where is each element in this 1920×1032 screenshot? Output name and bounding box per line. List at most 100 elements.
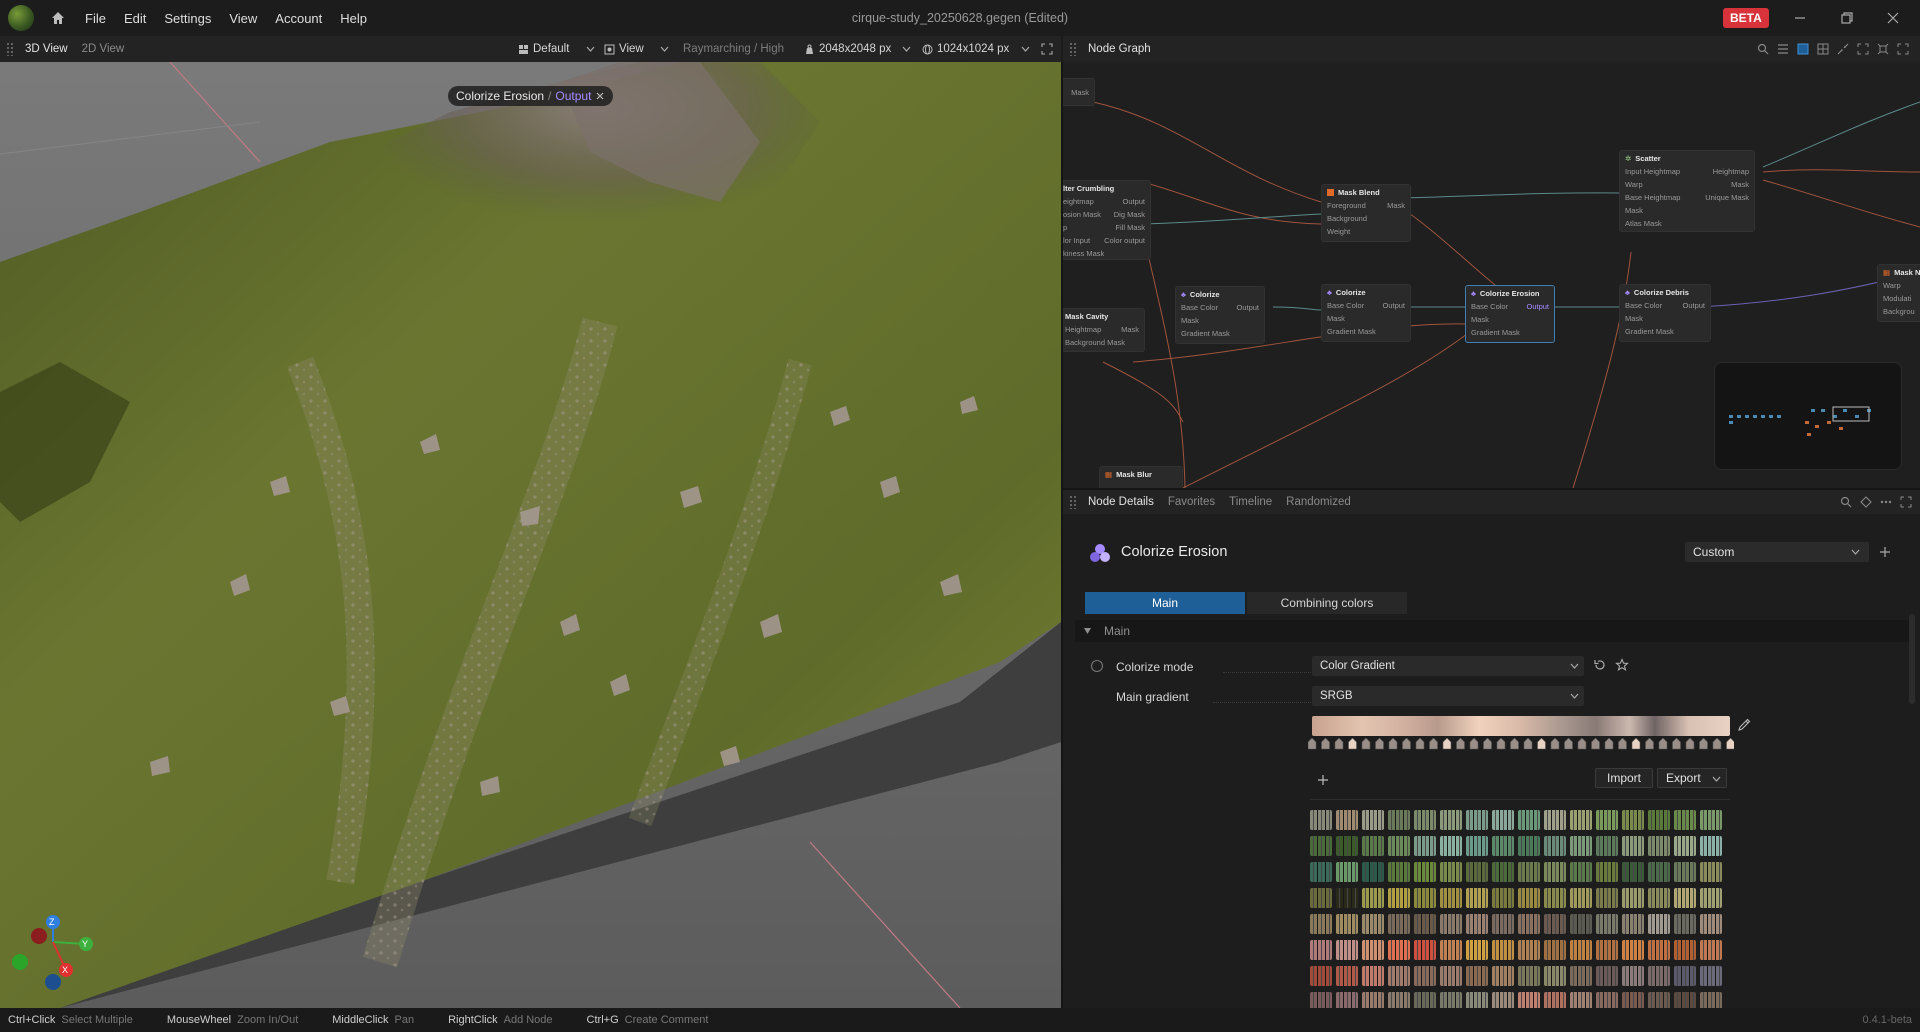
gradient-preset-swatch[interactable] (1388, 862, 1410, 882)
gradient-stop[interactable] (1348, 738, 1357, 750)
gradient-stop[interactable] (1334, 738, 1344, 750)
chevron-down-icon[interactable] (586, 45, 595, 53)
gradient-preset-swatch[interactable] (1336, 810, 1358, 830)
gradient-stop[interactable] (1442, 738, 1452, 750)
gradient-stop[interactable] (1712, 738, 1722, 750)
gradient-preset-swatch[interactable] (1570, 914, 1592, 934)
gradient-stop[interactable] (1577, 738, 1587, 750)
gradient-stop[interactable] (1604, 738, 1614, 750)
gradient-preset-swatch[interactable] (1518, 992, 1540, 1008)
gradient-preset-swatch[interactable] (1674, 836, 1696, 856)
colorize-mode-select[interactable]: Color Gradient (1312, 656, 1584, 676)
menu-settings[interactable]: Settings (155, 11, 220, 26)
menu-file[interactable]: File (76, 11, 115, 26)
gradient-preset-swatch[interactable] (1544, 966, 1566, 986)
gradient-preset-swatch[interactable] (1310, 966, 1332, 986)
gradient-preset-swatch[interactable] (1622, 914, 1644, 934)
subtab-combining-colors[interactable]: Combining colors (1247, 592, 1407, 614)
gradient-preset-swatch[interactable] (1622, 992, 1644, 1008)
gradient-preset-swatch[interactable] (1336, 836, 1358, 856)
gradient-stop[interactable] (1523, 738, 1533, 750)
gradient-preset-swatch[interactable] (1700, 940, 1722, 960)
tab-3d-view[interactable]: 3D View (18, 43, 75, 55)
fit-view-icon[interactable] (1857, 43, 1869, 55)
gradient-preset-swatch[interactable] (1362, 862, 1384, 882)
gradient-stop[interactable] (1429, 738, 1438, 750)
gradient-preset-swatch[interactable] (1700, 862, 1722, 882)
gradient-preset-swatch[interactable] (1648, 914, 1670, 934)
gradient-preset-swatch[interactable] (1622, 810, 1644, 830)
gradient-preset-swatch[interactable] (1440, 810, 1462, 830)
gradient-preset-swatch[interactable] (1596, 914, 1618, 934)
gradient-preset-swatch[interactable] (1648, 992, 1670, 1008)
gradient-preset-swatch[interactable] (1336, 888, 1358, 908)
gradient-preset-swatch[interactable] (1388, 992, 1410, 1008)
gradient-preset-swatch[interactable] (1648, 940, 1670, 960)
gradient-preset-swatch[interactable] (1440, 992, 1462, 1008)
gradient-preset-swatch[interactable] (1440, 940, 1462, 960)
gradient-stop[interactable] (1308, 738, 1317, 750)
gradient-preset-swatch[interactable] (1388, 914, 1410, 934)
node-mask-blend[interactable]: Mask Blend Foreground Mask Background Wei… (1321, 184, 1411, 242)
gradient-preset-swatch[interactable] (1440, 836, 1462, 856)
gradient-preset-swatch[interactable] (1622, 940, 1644, 960)
gradient-preset-swatch[interactable] (1596, 836, 1618, 856)
gradient-preset-swatch[interactable] (1518, 914, 1540, 934)
restore-icon[interactable] (1838, 9, 1856, 27)
gradient-preset-swatch[interactable] (1492, 810, 1514, 830)
gradient-preset-swatch[interactable] (1596, 810, 1618, 830)
gradient-preset-swatch[interactable] (1674, 940, 1696, 960)
gradient-preset-swatch[interactable] (1622, 888, 1644, 908)
gradient-preset-swatch[interactable] (1362, 992, 1384, 1008)
gradient-preset-swatch[interactable] (1570, 888, 1592, 908)
gradient-preset-swatch[interactable] (1466, 992, 1488, 1008)
gradient-space-select[interactable]: SRGB (1312, 686, 1584, 706)
gradient-preset-swatch[interactable] (1388, 940, 1410, 960)
gradient-preset-swatch[interactable] (1414, 940, 1436, 960)
gradient-preset-swatch[interactable] (1622, 836, 1644, 856)
node-colorize-erosion[interactable]: ♣ Colorize Erosion Base Color Output Mask … (1465, 285, 1555, 343)
gradient-preset-swatch[interactable] (1466, 940, 1488, 960)
gradient-stop[interactable] (1469, 738, 1479, 750)
tab-node-details[interactable]: Node Details (1081, 496, 1161, 508)
gradient-preset-swatch[interactable] (1414, 862, 1436, 882)
expose-toggle-icon[interactable] (1090, 659, 1104, 673)
chevron-down-icon[interactable] (1021, 45, 1030, 53)
gradient-stop[interactable] (1658, 738, 1668, 750)
frame-icon[interactable] (1797, 43, 1809, 55)
gradient-preset-swatch[interactable] (1492, 862, 1514, 882)
gradient-preset-swatch[interactable] (1518, 966, 1540, 986)
gradient-preset-swatch[interactable] (1440, 966, 1462, 986)
gradient-preset-swatch[interactable] (1492, 888, 1514, 908)
favorite-star-icon[interactable] (1615, 658, 1629, 672)
gradient-preset-swatch[interactable] (1674, 966, 1696, 986)
panel-grip-icon[interactable] (1069, 42, 1077, 56)
node-colorize-1[interactable]: ♣ Colorize Base Color Output Mask Gradient… (1175, 286, 1265, 344)
scrollbar[interactable] (1909, 614, 1915, 704)
gradient-preset-swatch[interactable] (1414, 914, 1436, 934)
gradient-preset-swatch[interactable] (1544, 862, 1566, 882)
gradient-preset-swatch[interactable] (1544, 836, 1566, 856)
gradient-stop[interactable] (1591, 738, 1600, 750)
gradient-preset-swatch[interactable] (1492, 992, 1514, 1008)
node-mask-cavity[interactable]: Mask Cavity Heightmap Mask Background Mas… (1063, 308, 1145, 352)
graph-minimap[interactable] (1714, 362, 1902, 470)
gradient-stop[interactable] (1618, 738, 1627, 750)
fullscreen-icon[interactable] (1900, 496, 1912, 508)
eyedropper-icon[interactable] (1737, 718, 1751, 732)
tab-favorites[interactable]: Favorites (1161, 496, 1222, 508)
gradient-preset-swatch[interactable] (1700, 992, 1722, 1008)
gradient-preset-swatch[interactable] (1700, 966, 1722, 986)
gradient-preset-swatch[interactable] (1440, 888, 1462, 908)
reset-icon[interactable] (1593, 658, 1607, 672)
fullscreen-icon[interactable] (1041, 43, 1053, 55)
output-chip[interactable]: Colorize Erosion / Output (448, 86, 614, 106)
add-preset-icon[interactable] (1879, 546, 1891, 558)
gradient-preset-swatch[interactable] (1310, 940, 1332, 960)
tab-randomized[interactable]: Randomized (1279, 496, 1358, 508)
gradient-preset-swatch[interactable] (1362, 810, 1384, 830)
gradient-preset-swatch[interactable] (1310, 992, 1332, 1008)
gradient-preset-swatch[interactable] (1388, 888, 1410, 908)
gradient-preset-swatch[interactable] (1518, 940, 1540, 960)
panel-grip-icon[interactable] (6, 42, 14, 56)
